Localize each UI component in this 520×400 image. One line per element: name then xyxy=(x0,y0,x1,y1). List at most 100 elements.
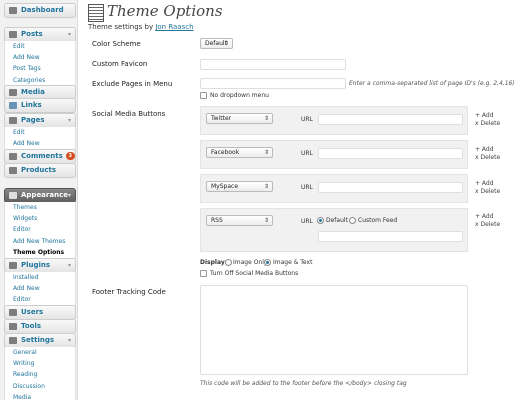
add-link[interactable]: + Add xyxy=(475,180,500,188)
social-item-facebook: Facebook ⇕ URL xyxy=(200,140,468,169)
menu-dashboard[interactable]: Dashboard xyxy=(4,3,76,18)
display-label: Display: xyxy=(200,259,228,266)
menu-pages[interactable]: Pages ▾ xyxy=(4,113,76,128)
admin-sidebar: Dashboard Posts ▾ Edit Add New Post Tags… xyxy=(0,0,78,400)
submenu-item-edit-pages[interactable]: Edit xyxy=(5,127,75,138)
submenu-item-themes[interactable]: Themes xyxy=(5,202,75,213)
service-select[interactable]: RSS ⇕ xyxy=(206,215,273,226)
select-arrows-icon: ⇕ xyxy=(263,115,269,122)
footer-tracking-label: Footer Tracking Code xyxy=(92,288,166,296)
color-scheme-select[interactable]: Default ⇕ xyxy=(200,38,233,49)
menu-toggle-icon[interactable]: ▾ xyxy=(68,189,71,202)
select-arrows-icon: ⇕ xyxy=(263,183,269,190)
submenu-item-media-settings[interactable]: Media xyxy=(5,392,75,400)
add-link[interactable]: + Add xyxy=(475,146,500,154)
display-image-only-radio[interactable] xyxy=(225,259,232,266)
submenu-item-theme-options[interactable]: Theme Options xyxy=(5,247,75,258)
display-image-text-label: Image & Text xyxy=(273,259,313,266)
footer-tracking-hint: This code will be added to the footer be… xyxy=(200,380,407,387)
custom-favicon-label: Custom Favicon xyxy=(92,60,148,68)
posts-icon xyxy=(9,31,17,38)
add-link[interactable]: + Add xyxy=(475,213,500,221)
menu-settings[interactable]: Settings ▾ xyxy=(4,333,76,348)
social-url-input[interactable] xyxy=(318,114,463,125)
menu-toggle-icon[interactable]: ▾ xyxy=(68,259,71,272)
service-select[interactable]: Twitter ⇕ xyxy=(206,113,273,124)
add-link[interactable]: + Add xyxy=(475,112,500,120)
feed-custom-radio[interactable] xyxy=(349,217,356,224)
posts-submenu: Edit Add New Post Tags Categories xyxy=(4,41,76,87)
submenu-item-add-new-page[interactable]: Add New xyxy=(5,138,75,149)
dashboard-icon xyxy=(9,7,17,14)
social-media-label: Social Media Buttons xyxy=(92,110,166,118)
settings-icon xyxy=(9,337,17,344)
display-image-text-radio[interactable] xyxy=(264,259,271,266)
delete-link[interactable]: x Delete xyxy=(475,188,500,196)
exclude-pages-label: Exclude Pages in Menu xyxy=(92,80,173,88)
delete-link[interactable]: x Delete xyxy=(475,120,500,128)
service-select[interactable]: Facebook ⇕ xyxy=(206,147,273,158)
menu-toggle-icon[interactable]: ▾ xyxy=(68,114,71,127)
products-icon xyxy=(9,167,17,174)
social-item-myspace: MySpace ⇕ URL xyxy=(200,174,468,203)
menu-plugins[interactable]: Plugins ▾ xyxy=(4,258,76,273)
no-dropdown-checkbox[interactable] xyxy=(200,92,207,99)
pages-icon xyxy=(9,117,17,124)
users-icon xyxy=(9,309,17,316)
service-select[interactable]: MySpace ⇕ xyxy=(206,181,273,192)
page-subtitle: Theme settings by Jon Raasch xyxy=(88,23,194,31)
feed-custom-label: Custom Feed xyxy=(358,217,398,224)
submenu-item-general[interactable]: General xyxy=(5,347,75,358)
submenu-item-reading[interactable]: Reading xyxy=(5,369,75,380)
menu-products[interactable]: Products xyxy=(4,163,76,178)
delete-link[interactable]: x Delete xyxy=(475,221,500,229)
turn-off-social-label: Turn Off Social Media Buttons xyxy=(210,270,299,277)
turn-off-social-checkbox[interactable] xyxy=(200,270,207,277)
menu-users[interactable]: Users xyxy=(4,305,76,320)
social-item-rss: RSS ⇕ URL Default Custom Feed xyxy=(200,208,468,252)
menu-toggle-icon[interactable]: ▾ xyxy=(68,28,71,41)
custom-favicon-input[interactable] xyxy=(200,59,346,70)
submenu-item-editor[interactable]: Editor xyxy=(5,224,75,235)
feed-default-label: Default xyxy=(326,217,348,224)
menu-toggle-icon[interactable]: ▾ xyxy=(68,334,71,347)
settings-submenu: General Writing Reading Discussion Media xyxy=(4,347,76,400)
social-item-twitter: Twitter ⇕ URL xyxy=(200,106,468,135)
menu-posts[interactable]: Posts ▾ xyxy=(4,27,76,42)
social-url-input[interactable] xyxy=(318,182,463,193)
display-image-only-label: Image Only xyxy=(233,259,268,266)
menu-tools[interactable]: Tools xyxy=(4,319,76,334)
url-label: URL xyxy=(301,150,313,157)
social-item-actions: + Add x Delete xyxy=(475,180,500,196)
menu-comments[interactable]: Comments 3 xyxy=(4,149,76,164)
submenu-item-add-new-plugin[interactable]: Add New xyxy=(5,283,75,294)
select-arrows-icon: ⇕ xyxy=(263,217,269,224)
menu-links[interactable]: Links xyxy=(4,98,76,113)
select-arrows-icon: ⇕ xyxy=(263,149,269,156)
submenu-item-add-new-themes[interactable]: Add New Themes xyxy=(5,236,75,247)
submenu-item-widgets[interactable]: Widgets xyxy=(5,213,75,224)
theme-options-icon xyxy=(88,4,104,22)
custom-feed-url-input[interactable] xyxy=(318,231,463,242)
author-link[interactable]: Jon Raasch xyxy=(155,23,193,31)
comments-icon xyxy=(9,153,17,160)
page-title: Theme Options xyxy=(107,2,223,20)
feed-default-radio[interactable] xyxy=(317,217,324,224)
menu-appearance[interactable]: Appearance ▾ xyxy=(4,188,76,203)
links-icon xyxy=(9,102,17,109)
tools-icon xyxy=(9,323,17,330)
url-label: URL xyxy=(301,218,313,225)
media-icon xyxy=(9,89,17,96)
submenu-item-writing[interactable]: Writing xyxy=(5,358,75,369)
url-label: URL xyxy=(301,184,313,191)
submenu-item-installed[interactable]: Installed xyxy=(5,272,75,283)
exclude-pages-input[interactable] xyxy=(200,78,346,89)
submenu-item-edit-posts[interactable]: Edit xyxy=(5,41,75,52)
footer-tracking-textarea[interactable] xyxy=(200,285,468,375)
submenu-item-add-new-post[interactable]: Add New xyxy=(5,52,75,63)
submenu-item-post-tags[interactable]: Post Tags xyxy=(5,63,75,74)
submenu-item-discussion[interactable]: Discussion xyxy=(5,381,75,392)
submenu-item-plugin-editor[interactable]: Editor xyxy=(5,294,75,305)
social-url-input[interactable] xyxy=(318,148,463,159)
delete-link[interactable]: x Delete xyxy=(475,154,500,162)
